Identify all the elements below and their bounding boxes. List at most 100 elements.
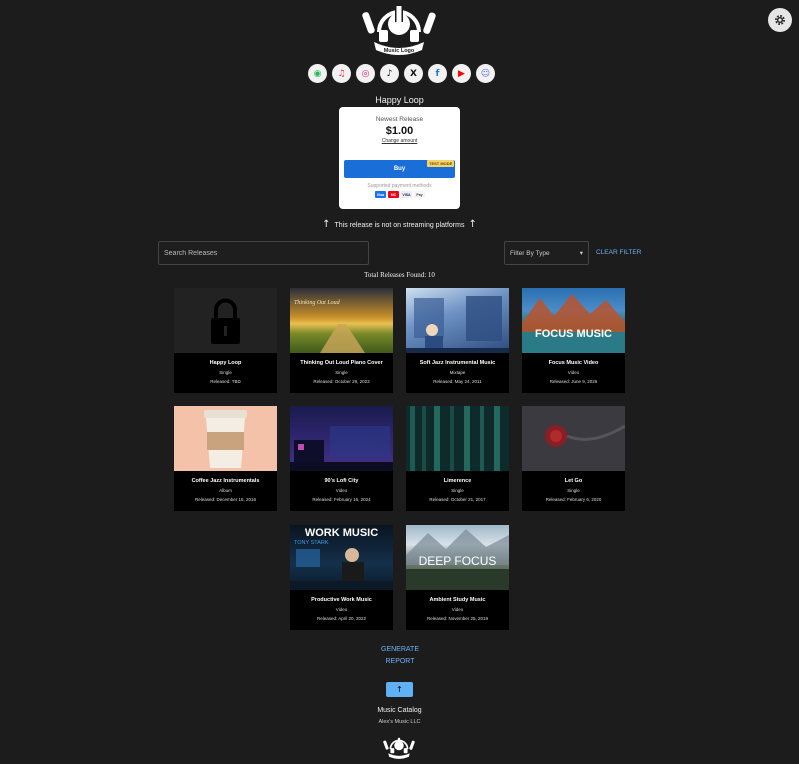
mastercard-icon: MC [388, 191, 399, 198]
lock-icon [211, 298, 240, 344]
arrow-up-icon: ↑ [396, 685, 403, 694]
facebook-icon[interactable]: f [428, 64, 447, 83]
release-title: Coffee Jazz Instrumentals [191, 478, 260, 484]
release-card[interactable]: Let Go Single Released: February 6, 2020 [522, 406, 625, 511]
release-card[interactable]: 90's Lofi City Video Released: February … [290, 406, 393, 511]
gear-icon [775, 15, 785, 25]
thumb-text: Thinking Out Loud [294, 300, 341, 306]
release-card[interactable]: Coffee Jazz Instrumentals Album Released… [174, 406, 277, 511]
release-card[interactable]: FOCUS MUSIC Focus Music Video Video Rele… [522, 288, 625, 393]
price: $1.00 [385, 125, 414, 137]
search-input[interactable] [158, 241, 369, 265]
back-to-top-button[interactable]: ↑ [386, 682, 413, 697]
discord-icon[interactable]: ☺ [476, 64, 495, 83]
thumb-text: DEEP FOCUS [419, 554, 497, 568]
total-releases: Total Releases Found: 10 [364, 271, 435, 279]
release-title: Let Go [564, 478, 583, 484]
streaming-note-text: This release is not on streaming platfor… [334, 222, 465, 229]
release-title: Limerence [443, 478, 472, 484]
x-icon[interactable]: X [404, 64, 423, 83]
forest-image [410, 406, 500, 471]
instagram-icon[interactable]: ◎ [356, 64, 375, 83]
jazz-illustration [406, 296, 509, 353]
release-thumbnail [522, 406, 625, 471]
streaming-note: ↑ This release is not on streaming platfo… [0, 219, 799, 230]
release-card[interactable]: DEEP FOCUS Ambient Study Music Video Rel… [406, 525, 509, 630]
release-title: Happy Loop [375, 95, 424, 105]
thumb-text: WORK MUSIC [305, 527, 378, 539]
release-thumbnail: WORK MUSIC TONY STARK [290, 525, 393, 590]
arrow-up-icon: ↑ [468, 219, 477, 230]
release-card[interactable]: Happy Loop Single Released: TBD [174, 288, 277, 393]
logo-text: Music Logo [384, 48, 415, 54]
release-thumbnail: DEEP FOCUS [406, 525, 509, 590]
youtube-icon[interactable]: ▶ [452, 64, 471, 83]
change-amount-link[interactable]: Change amount [339, 138, 460, 144]
newest-release-label: Newest Release [375, 116, 424, 123]
release-type: Video [451, 607, 464, 612]
release-thumbnail [406, 406, 509, 471]
release-thumbnail [406, 288, 509, 353]
payment-card: Newest Release $1.00 Change amount Buy T… [339, 107, 460, 209]
release-type: Single [451, 488, 464, 493]
settings-button[interactable] [768, 8, 792, 32]
release-date: Released: February 6, 2020 [545, 497, 602, 502]
test-mode-badge: TEST MODE [427, 160, 455, 167]
release-type: Video [335, 488, 348, 493]
release-type: Single [219, 370, 232, 375]
generate-report-button[interactable]: GENERATE REPORT [370, 644, 430, 668]
release-thumbnail: Thinking Out Loud [290, 288, 393, 353]
pay-icon: Pay [414, 191, 425, 198]
footer-company: Alex's Music LLC [378, 719, 421, 725]
supported-methods-label: Supported payment methods [367, 183, 432, 189]
footer-title: Music Catalog [377, 707, 422, 714]
release-title: 90's Lofi City [324, 478, 359, 484]
release-type: Video [567, 370, 580, 375]
release-title: Thinking Out Loud Piano Cover [300, 360, 383, 366]
release-date: Released: TBD [210, 379, 241, 384]
release-card[interactable]: Thinking Out Loud Thinking Out Loud Pian… [290, 288, 393, 393]
arrow-up-icon: ↑ [322, 219, 331, 230]
rose-image [545, 424, 625, 447]
tiktok-icon[interactable]: ♪ [380, 64, 399, 83]
release-thumbnail: FOCUS MUSIC [522, 288, 625, 353]
release-thumbnail [290, 406, 393, 471]
release-date: Released: December 15, 2016 [194, 497, 257, 502]
thumb-subtext: TONY STARK [294, 540, 329, 546]
work-music-image: WORK MUSIC TONY STARK [290, 527, 393, 590]
filter-label: Filter By Type [510, 249, 550, 257]
mountain-lake-image: FOCUS MUSIC [522, 294, 625, 353]
filter-type-select[interactable]: Filter By Type ▾ [504, 241, 589, 265]
release-date: Released: February 16, 2024 [312, 497, 371, 502]
release-type: Single [567, 488, 580, 493]
social-links: ◉ ♫ ◎ ♪ Xf ▶ ☺ [308, 64, 495, 83]
spotify-icon[interactable]: ◉ [308, 64, 327, 83]
release-date: Released: April 20, 2022 [316, 616, 367, 621]
release-type: Video [335, 607, 348, 612]
clear-filter-button[interactable]: CLEAR FILTER [596, 249, 641, 256]
release-date: Released: June 9, 2026 [549, 379, 598, 384]
release-card[interactable]: Limerence Single Released: October 21, 2… [406, 406, 509, 511]
visa-icon: VISA [401, 191, 412, 198]
payment-method-icons: Visa MC VISA Pay [375, 191, 425, 198]
apple-music-icon[interactable]: ♫ [332, 64, 351, 83]
release-type: Mixtape [449, 370, 466, 375]
lofi-city-image [290, 406, 393, 471]
release-title: Ambient Study Music [429, 597, 486, 603]
field-road-image: Thinking Out Loud [294, 300, 365, 353]
release-date: Released: May 24, 2011 [433, 379, 482, 384]
release-card[interactable]: Soft Jazz Instrumental Music Mixtape Rel… [406, 288, 509, 393]
release-type: Single [335, 370, 348, 375]
release-thumbnail [174, 288, 277, 353]
release-card[interactable]: WORK MUSIC TONY STARK Productive Work Mu… [290, 525, 393, 630]
release-date: Released: October 29, 2023 [313, 379, 370, 384]
footer-logo [383, 737, 415, 759]
chevron-down-icon: ▾ [579, 250, 583, 257]
thumb-text: FOCUS MUSIC [535, 328, 612, 340]
release-thumbnail [174, 406, 277, 471]
release-title: Focus Music Video [548, 360, 599, 366]
mountain-forest-image: DEEP FOCUS [406, 529, 509, 590]
card-icon: Visa [375, 191, 386, 198]
release-title: Productive Work Music [311, 597, 372, 603]
music-logo: Music Logo [362, 6, 436, 55]
